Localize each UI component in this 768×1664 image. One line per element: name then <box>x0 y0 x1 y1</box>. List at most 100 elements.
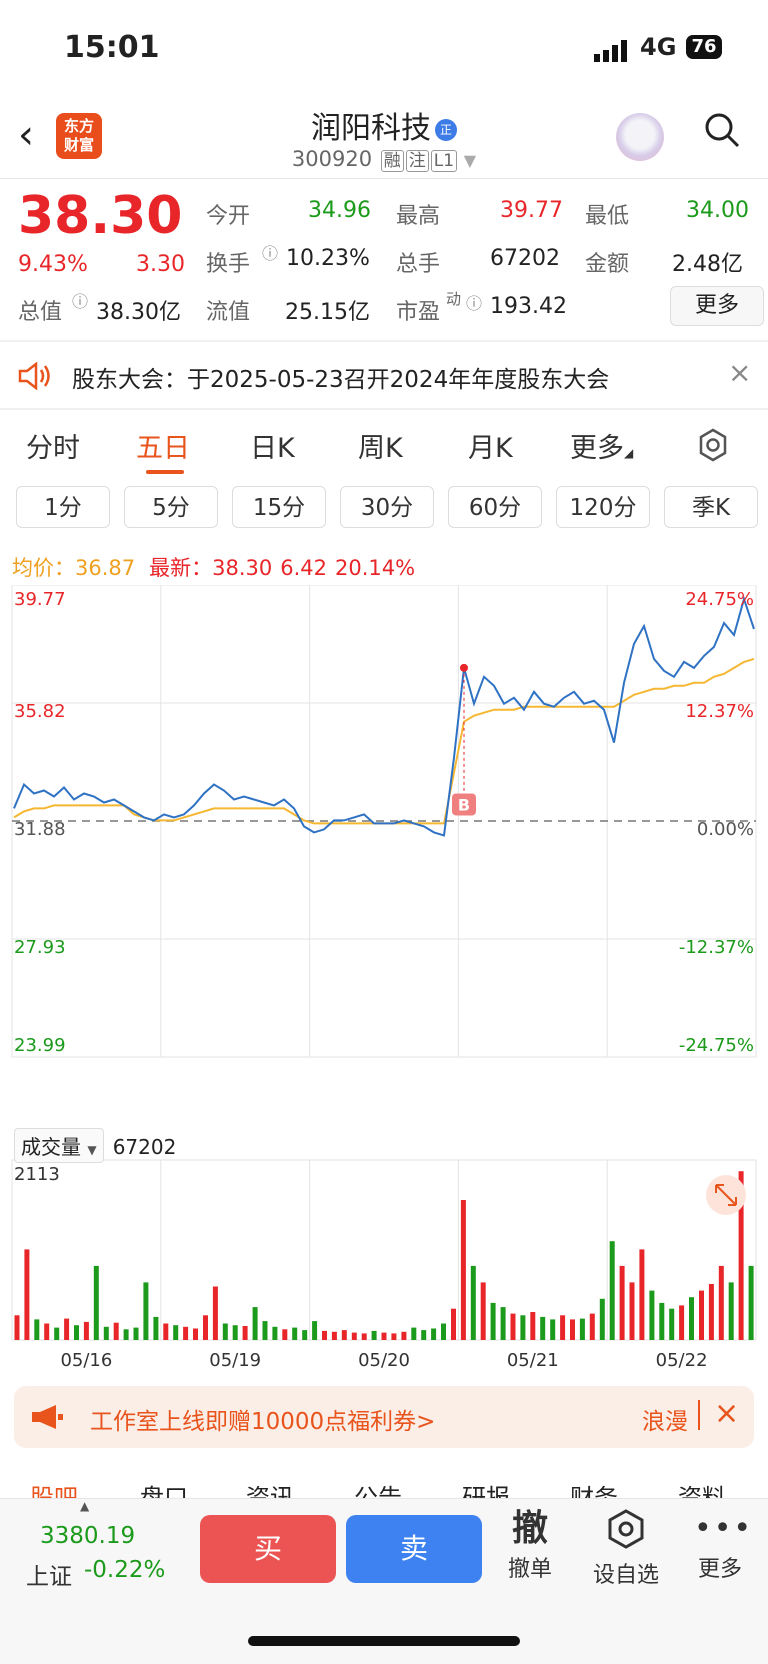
divider <box>0 178 768 179</box>
volume-bar <box>44 1324 49 1341</box>
settings-gear-icon[interactable] <box>696 428 730 462</box>
tab-announcements[interactable]: 公告 <box>354 1478 402 1500</box>
assistant-avatar-icon[interactable] <box>616 113 664 161</box>
buy-button[interactable]: 买 <box>200 1515 336 1583</box>
volume-bar <box>352 1333 357 1340</box>
open-label: 今开 <box>206 198 250 230</box>
verified-badge: 正 <box>435 119 457 141</box>
volume-bar <box>64 1319 69 1340</box>
volume-bar <box>193 1329 198 1341</box>
volume-bar <box>54 1328 59 1340</box>
index-name: 上证 <box>26 1557 72 1591</box>
stock-code: 300920 <box>292 147 372 171</box>
megaphone-icon <box>30 1404 64 1430</box>
volume-total: 67202 <box>113 1135 177 1159</box>
volume-bar <box>620 1266 625 1340</box>
subtab-quarter-k[interactable]: 季K <box>664 486 758 528</box>
promo-banner[interactable]: 工作室上线即赠10000点福利券> 浪漫 × <box>14 1386 754 1448</box>
volume-selector[interactable]: 成交量 ▼ <box>14 1128 104 1163</box>
volume-bar <box>263 1321 268 1340</box>
volume-bar <box>709 1284 714 1340</box>
volume-bar <box>451 1309 456 1340</box>
tab-finance[interactable]: 财务 <box>570 1478 618 1500</box>
five-day-chart[interactable]: B 39.7735.8231.8827.9323.9924.75%12.37%0… <box>0 585 768 1375</box>
banner-text: 工作室上线即赠10000点福利券> <box>90 1402 435 1436</box>
volume-bar <box>342 1330 347 1340</box>
caret-up-icon[interactable]: ▲ <box>80 1499 89 1513</box>
volume-bar <box>659 1303 664 1340</box>
tab-monthly-k[interactable]: 月K <box>468 426 513 465</box>
network-type: 4G <box>640 33 676 61</box>
home-indicator <box>248 1636 520 1646</box>
quote-more-button[interactable]: 更多 <box>670 286 764 326</box>
info-icon[interactable]: ⓘ <box>262 240 278 264</box>
tab-daily-k[interactable]: 日K <box>250 426 295 465</box>
volume-bar <box>530 1312 535 1340</box>
divider <box>698 1400 700 1430</box>
volume-bar <box>540 1317 545 1340</box>
index-value[interactable]: 3380.19 <box>40 1523 135 1549</box>
tab-orderbook[interactable]: 盘口 <box>140 1478 188 1500</box>
close-icon[interactable]: × <box>728 356 751 389</box>
tab-five-day[interactable]: 五日 <box>136 426 190 465</box>
float-label: 流值 <box>206 294 250 326</box>
notice-bar[interactable]: 股东大会：于2025-05-23召开2024年年度股东大会 × <box>0 342 768 408</box>
more-button[interactable]: ••• 更多 <box>694 1507 746 1583</box>
volume-bar <box>302 1330 307 1340</box>
volume-bar <box>183 1327 188 1340</box>
volume-bar <box>600 1299 605 1340</box>
total-value-label: 总值 <box>18 294 62 326</box>
volume-bar <box>312 1321 317 1340</box>
chart-legend: 均价：36.87最新：38.306.4220.14% <box>12 552 415 582</box>
volume-bar <box>610 1241 615 1340</box>
volume-max-label: 2113 <box>14 1164 60 1185</box>
low-value: 34.00 <box>686 198 749 223</box>
sell-button[interactable]: 卖 <box>346 1515 482 1583</box>
divider <box>0 408 768 410</box>
y-right-label: -12.37% <box>679 937 754 958</box>
volume-bar <box>74 1325 79 1340</box>
avg-price-line <box>14 659 754 824</box>
battery-icon: 76 <box>686 35 722 59</box>
turnover-label: 换手 <box>206 246 250 278</box>
volume-bar <box>24 1249 29 1340</box>
subtab-15min[interactable]: 15分 <box>232 486 326 528</box>
tab-weekly-k[interactable]: 周K <box>358 426 403 465</box>
info-icon[interactable]: ⓘ <box>466 290 482 314</box>
volume-label: 总手 <box>396 246 440 278</box>
chevron-down-icon[interactable]: ▼ <box>464 151 476 170</box>
volume-bar <box>362 1333 367 1340</box>
volume-bar <box>401 1332 406 1340</box>
search-icon[interactable] <box>704 112 740 148</box>
tab-intraday[interactable]: 分时 <box>26 426 80 465</box>
subtab-30min[interactable]: 30分 <box>340 486 434 528</box>
volume-bar <box>292 1328 297 1340</box>
subtab-5min[interactable]: 5分 <box>124 486 218 528</box>
subtab-60min[interactable]: 60分 <box>448 486 542 528</box>
caret-icon: ◢ <box>624 446 633 460</box>
pe-superscript: 动 <box>446 288 461 309</box>
close-icon[interactable]: × <box>714 1396 739 1431</box>
add-watchlist-button[interactable]: 设自选 <box>588 1507 664 1589</box>
volume-value: 67202 <box>490 246 560 271</box>
cancel-order-button[interactable]: 撤 撤单 <box>504 1507 556 1583</box>
tab-research[interactable]: 研报 <box>462 1478 510 1500</box>
volume-bar <box>689 1297 694 1340</box>
tag-margin: 融 <box>381 150 404 172</box>
volume-bar <box>441 1324 446 1341</box>
volume-bar <box>421 1330 426 1340</box>
volume-bar <box>669 1309 674 1340</box>
x-axis-label: 05/22 <box>656 1350 708 1371</box>
volume-bar <box>134 1328 139 1340</box>
volume-bar <box>233 1325 238 1340</box>
pe-label: 市盈 <box>396 294 440 326</box>
subtab-120min[interactable]: 120分 <box>556 486 650 528</box>
info-icon[interactable]: ⓘ <box>72 288 88 312</box>
tab-news[interactable]: 资讯 <box>246 1478 294 1500</box>
y-right-label: 12.37% <box>685 701 754 722</box>
subtab-1min[interactable]: 1分 <box>16 486 110 528</box>
tab-guba[interactable]: 股吧 <box>30 1478 78 1500</box>
tab-more[interactable]: 更多◢ <box>570 426 633 465</box>
tab-profile[interactable]: 资料 <box>678 1478 726 1500</box>
volume-header: 成交量 ▼ 67202 <box>14 1128 176 1163</box>
